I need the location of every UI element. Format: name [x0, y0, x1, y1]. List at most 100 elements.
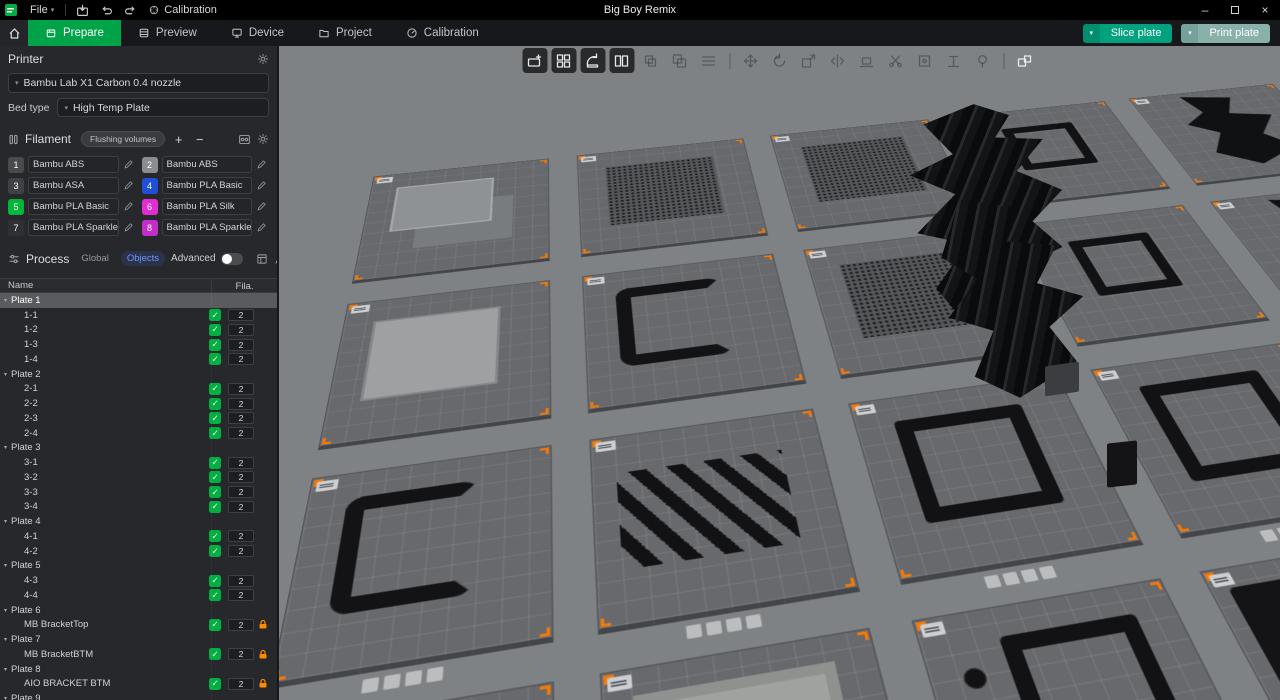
print-enable-checkbox[interactable]: ✓ — [209, 456, 221, 469]
build-plate[interactable] — [576, 138, 769, 258]
edit-filament-icon[interactable] — [256, 201, 269, 212]
object-row[interactable]: 2-1 ✓ 2 — [0, 382, 277, 397]
filament-assign-dropdown[interactable]: 2 — [228, 338, 254, 351]
calibration-shortcut-button[interactable]: Calibration — [142, 0, 223, 20]
filament-color-badge[interactable]: 8 — [141, 219, 158, 236]
loose-part[interactable] — [1045, 361, 1079, 397]
print-enable-checkbox[interactable]: ✓ — [209, 412, 221, 425]
tab-prepare[interactable]: Prepare — [28, 20, 121, 46]
plate-row[interactable]: ▾ Plate 7 — [0, 632, 277, 647]
plate-action-icons[interactable] — [1258, 521, 1280, 543]
advanced-toggle[interactable] — [220, 252, 243, 265]
printed-part[interactable] — [360, 305, 501, 402]
object-row[interactable]: 1-4 ✓ 2 — [0, 352, 277, 367]
printed-part[interactable] — [800, 136, 928, 202]
object-row[interactable]: 4-4 ✓ 2 — [0, 588, 277, 603]
filament-assign-dropdown[interactable]: 2 — [228, 589, 254, 602]
filament-color-badge[interactable]: 6 — [141, 198, 158, 215]
print-enable-checkbox[interactable]: ✓ — [209, 397, 221, 410]
mirror-icon[interactable] — [825, 48, 850, 73]
plate-delete-icon[interactable] — [1037, 565, 1057, 580]
plate-row[interactable]: ▾ Plate 8 — [0, 662, 277, 677]
print-enable-checkbox[interactable]: ✓ — [209, 338, 221, 351]
filament-assign-dropdown[interactable]: 2 — [228, 648, 254, 661]
scale-icon[interactable] — [796, 48, 821, 73]
printed-part[interactable] — [999, 613, 1208, 700]
filament-name-dropdown[interactable]: Bambu ASA — [28, 177, 119, 194]
plate-settings-icon[interactable] — [360, 677, 379, 694]
filament-settings-gear-icon[interactable] — [257, 133, 269, 145]
tab-preview[interactable]: Preview — [121, 20, 214, 46]
lay-on-face-icon[interactable] — [854, 48, 879, 73]
print-enable-checkbox[interactable]: ✓ — [209, 545, 221, 558]
collapse-caret-icon[interactable]: ▾ — [0, 444, 10, 451]
plate-lock-icon[interactable] — [403, 670, 422, 687]
edit-filament-icon[interactable] — [123, 159, 136, 170]
printer-settings-gear-icon[interactable] — [257, 53, 269, 65]
filament-name-dropdown[interactable]: Bambu PLA Silk — [161, 198, 252, 215]
print-enable-checkbox[interactable]: ✓ — [209, 323, 221, 336]
plate-lock-icon[interactable] — [1019, 568, 1039, 583]
filament-assign-dropdown[interactable]: 2 — [228, 427, 254, 440]
edit-filament-icon[interactable] — [123, 201, 136, 212]
color-painting-icon[interactable] — [970, 48, 995, 73]
viewport-3d[interactable] — [279, 46, 1280, 700]
plate-action-icons[interactable] — [982, 565, 1057, 589]
print-enable-checkbox[interactable]: ✓ — [209, 574, 221, 587]
object-row[interactable]: 1-2 ✓ 2 — [0, 323, 277, 338]
print-options-caret-icon[interactable]: ▾ — [1181, 23, 1199, 43]
filament-name-dropdown[interactable]: Bambu PLA Basic — [161, 177, 252, 194]
filament-assign-dropdown[interactable]: 2 — [228, 500, 254, 513]
build-plate[interactable] — [1199, 532, 1280, 700]
plate-name-icon[interactable] — [1001, 571, 1020, 586]
plate-action-icons[interactable] — [685, 614, 762, 640]
printed-part[interactable] — [1247, 190, 1280, 293]
tab-device[interactable]: Device — [214, 20, 301, 46]
print-enable-checkbox[interactable]: ✓ — [209, 677, 221, 690]
collapse-caret-icon[interactable]: ▾ — [0, 371, 10, 378]
tab-calibration[interactable]: Calibration — [389, 20, 496, 46]
maximize-button[interactable] — [1220, 0, 1250, 20]
scope-objects-tab[interactable]: Objects — [120, 251, 166, 266]
object-row[interactable]: 4-2 ✓ 2 — [0, 544, 277, 559]
filament-assign-dropdown[interactable]: 2 — [228, 677, 254, 690]
arrange-all-icon[interactable] — [551, 48, 576, 73]
split-to-objects-icon[interactable] — [609, 48, 634, 73]
plate-lock-icon[interactable] — [724, 617, 742, 633]
cut-icon[interactable] — [883, 48, 908, 73]
parameter-table-icon[interactable] — [256, 253, 268, 265]
slice-plate-button[interactable]: ▾ Slice plate — [1082, 23, 1173, 43]
filament-name-dropdown[interactable]: Bambu PLA Sparkle — [28, 219, 119, 236]
edit-filament-icon[interactable] — [256, 180, 269, 191]
assembly-view-icon[interactable] — [1012, 48, 1037, 73]
add-filament-button[interactable]: + — [171, 133, 186, 146]
support-painting-icon[interactable] — [941, 48, 966, 73]
filament-name-dropdown[interactable]: Bambu PLA Sparkle — [161, 219, 252, 236]
slice-options-caret-icon[interactable]: ▾ — [1082, 23, 1100, 43]
print-enable-checkbox[interactable]: ✓ — [209, 500, 221, 513]
collapse-caret-icon[interactable]: ▾ — [0, 562, 10, 569]
plate-row[interactable]: ▾ Plate 4 — [0, 514, 277, 529]
filament-assign-dropdown[interactable]: 2 — [228, 323, 254, 336]
object-row[interactable]: 3-1 ✓ 2 — [0, 455, 277, 470]
printer-select-dropdown[interactable]: ▾ Bambu Lab X1 Carbon 0.4 nozzle — [8, 73, 269, 93]
customize-settings-icon[interactable] — [274, 253, 277, 265]
move-icon[interactable] — [738, 48, 763, 73]
object-row[interactable]: 3-4 ✓ 2 — [0, 500, 277, 515]
object-row[interactable]: MB BracketBTM ✓ 2 — [0, 647, 277, 662]
object-row[interactable]: MB BracketTop ✓ 2 — [0, 618, 277, 633]
build-plate[interactable] — [317, 280, 552, 451]
plate-row[interactable]: ▾ Plate 2 — [0, 367, 277, 382]
auto-orient-icon[interactable] — [580, 48, 605, 73]
object-row[interactable]: AIO BRACKET BTM ✓ 2 — [0, 677, 277, 692]
filament-name-dropdown[interactable]: Bambu ABS — [161, 156, 252, 173]
print-enable-checkbox[interactable]: ✓ — [209, 382, 221, 395]
printed-part[interactable] — [1137, 370, 1280, 483]
printed-part[interactable] — [605, 156, 726, 226]
plate-row[interactable]: ▾ Plate 1 — [0, 293, 277, 308]
plate-row[interactable]: ▾ Plate 6 — [0, 603, 277, 618]
object-row[interactable]: 4-3 ✓ 2 — [0, 573, 277, 588]
flushing-volumes-button[interactable]: Flushing volumes — [81, 131, 166, 147]
ams-icon[interactable] — [238, 133, 251, 146]
collapse-caret-icon[interactable]: ▾ — [0, 297, 10, 304]
